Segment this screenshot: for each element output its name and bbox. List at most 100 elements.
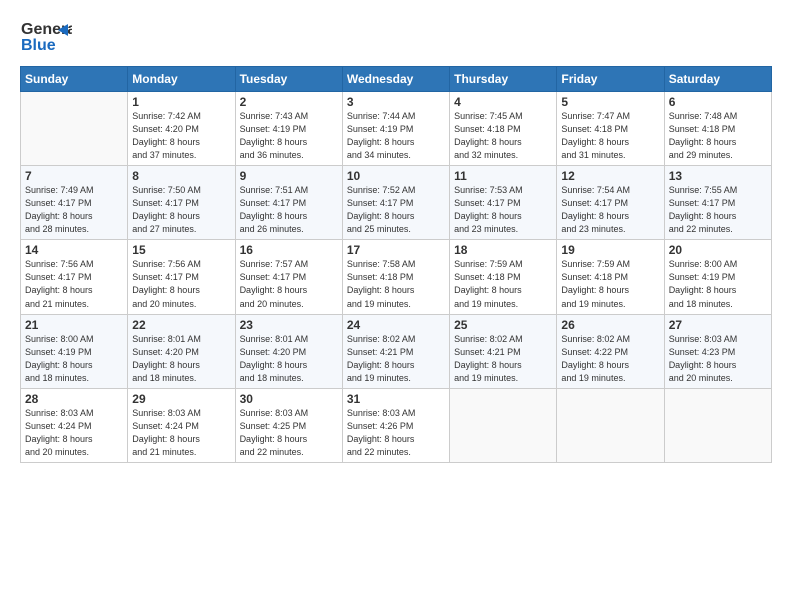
sunrise-text: Sunrise: 8:03 AM	[240, 407, 338, 420]
sunset-text: Sunset: 4:25 PM	[240, 420, 338, 433]
sunset-text: Sunset: 4:20 PM	[132, 346, 230, 359]
calendar-cell: 15Sunrise: 7:56 AMSunset: 4:17 PMDayligh…	[128, 240, 235, 314]
day-number: 25	[454, 318, 552, 332]
weekday-header-tuesday: Tuesday	[235, 67, 342, 92]
calendar-cell: 20Sunrise: 8:00 AMSunset: 4:19 PMDayligh…	[664, 240, 771, 314]
daylight-text-line2: and 20 minutes.	[25, 446, 123, 459]
daylight-text-line2: and 32 minutes.	[454, 149, 552, 162]
sunrise-text: Sunrise: 8:03 AM	[669, 333, 767, 346]
sunrise-text: Sunrise: 7:59 AM	[561, 258, 659, 271]
sunrise-text: Sunrise: 7:53 AM	[454, 184, 552, 197]
day-info: Sunrise: 7:50 AMSunset: 4:17 PMDaylight:…	[132, 184, 230, 236]
sunrise-text: Sunrise: 7:52 AM	[347, 184, 445, 197]
calendar-cell: 11Sunrise: 7:53 AMSunset: 4:17 PMDayligh…	[450, 166, 557, 240]
daylight-text-line1: Daylight: 8 hours	[347, 284, 445, 297]
sunrise-text: Sunrise: 8:02 AM	[454, 333, 552, 346]
day-number: 4	[454, 95, 552, 109]
daylight-text-line2: and 20 minutes.	[132, 298, 230, 311]
day-info: Sunrise: 8:03 AMSunset: 4:24 PMDaylight:…	[25, 407, 123, 459]
day-number: 12	[561, 169, 659, 183]
sunset-text: Sunset: 4:21 PM	[347, 346, 445, 359]
daylight-text-line1: Daylight: 8 hours	[561, 284, 659, 297]
day-number: 11	[454, 169, 552, 183]
sunset-text: Sunset: 4:17 PM	[132, 197, 230, 210]
daylight-text-line1: Daylight: 8 hours	[454, 210, 552, 223]
logo-icon: General Blue	[20, 16, 72, 58]
daylight-text-line2: and 29 minutes.	[669, 149, 767, 162]
daylight-text-line1: Daylight: 8 hours	[240, 359, 338, 372]
sunset-text: Sunset: 4:17 PM	[561, 197, 659, 210]
day-number: 10	[347, 169, 445, 183]
daylight-text-line2: and 25 minutes.	[347, 223, 445, 236]
calendar-cell: 4Sunrise: 7:45 AMSunset: 4:18 PMDaylight…	[450, 92, 557, 166]
daylight-text-line1: Daylight: 8 hours	[561, 210, 659, 223]
day-number: 18	[454, 243, 552, 257]
day-info: Sunrise: 8:02 AMSunset: 4:21 PMDaylight:…	[347, 333, 445, 385]
calendar-cell: 1Sunrise: 7:42 AMSunset: 4:20 PMDaylight…	[128, 92, 235, 166]
daylight-text-line1: Daylight: 8 hours	[240, 433, 338, 446]
day-info: Sunrise: 7:57 AMSunset: 4:17 PMDaylight:…	[240, 258, 338, 310]
sunrise-text: Sunrise: 7:51 AM	[240, 184, 338, 197]
logo: General Blue	[20, 16, 74, 58]
sunset-text: Sunset: 4:23 PM	[669, 346, 767, 359]
sunset-text: Sunset: 4:17 PM	[132, 271, 230, 284]
svg-text:Blue: Blue	[21, 37, 56, 54]
daylight-text-line1: Daylight: 8 hours	[240, 136, 338, 149]
sunset-text: Sunset: 4:20 PM	[132, 123, 230, 136]
sunrise-text: Sunrise: 7:54 AM	[561, 184, 659, 197]
day-info: Sunrise: 8:03 AMSunset: 4:25 PMDaylight:…	[240, 407, 338, 459]
daylight-text-line2: and 23 minutes.	[454, 223, 552, 236]
calendar-week-row: 14Sunrise: 7:56 AMSunset: 4:17 PMDayligh…	[21, 240, 772, 314]
day-number: 8	[132, 169, 230, 183]
day-number: 17	[347, 243, 445, 257]
day-number: 23	[240, 318, 338, 332]
sunset-text: Sunset: 4:17 PM	[669, 197, 767, 210]
sunset-text: Sunset: 4:24 PM	[25, 420, 123, 433]
calendar-cell: 19Sunrise: 7:59 AMSunset: 4:18 PMDayligh…	[557, 240, 664, 314]
day-number: 6	[669, 95, 767, 109]
day-number: 27	[669, 318, 767, 332]
day-info: Sunrise: 7:43 AMSunset: 4:19 PMDaylight:…	[240, 110, 338, 162]
calendar-week-row: 21Sunrise: 8:00 AMSunset: 4:19 PMDayligh…	[21, 314, 772, 388]
day-number: 1	[132, 95, 230, 109]
sunrise-text: Sunrise: 8:03 AM	[132, 407, 230, 420]
sunset-text: Sunset: 4:18 PM	[454, 271, 552, 284]
calendar-cell: 9Sunrise: 7:51 AMSunset: 4:17 PMDaylight…	[235, 166, 342, 240]
daylight-text-line2: and 18 minutes.	[25, 372, 123, 385]
daylight-text-line1: Daylight: 8 hours	[347, 210, 445, 223]
sunset-text: Sunset: 4:17 PM	[347, 197, 445, 210]
sunrise-text: Sunrise: 7:47 AM	[561, 110, 659, 123]
sunrise-text: Sunrise: 7:58 AM	[347, 258, 445, 271]
day-info: Sunrise: 7:52 AMSunset: 4:17 PMDaylight:…	[347, 184, 445, 236]
sunset-text: Sunset: 4:18 PM	[347, 271, 445, 284]
calendar-cell: 29Sunrise: 8:03 AMSunset: 4:24 PMDayligh…	[128, 388, 235, 462]
daylight-text-line1: Daylight: 8 hours	[347, 136, 445, 149]
sunrise-text: Sunrise: 8:01 AM	[132, 333, 230, 346]
day-info: Sunrise: 8:02 AMSunset: 4:22 PMDaylight:…	[561, 333, 659, 385]
daylight-text-line2: and 19 minutes.	[454, 298, 552, 311]
calendar-week-row: 1Sunrise: 7:42 AMSunset: 4:20 PMDaylight…	[21, 92, 772, 166]
day-info: Sunrise: 7:59 AMSunset: 4:18 PMDaylight:…	[454, 258, 552, 310]
day-number: 24	[347, 318, 445, 332]
calendar-cell: 13Sunrise: 7:55 AMSunset: 4:17 PMDayligh…	[664, 166, 771, 240]
calendar-cell: 27Sunrise: 8:03 AMSunset: 4:23 PMDayligh…	[664, 314, 771, 388]
day-number: 13	[669, 169, 767, 183]
daylight-text-line1: Daylight: 8 hours	[669, 284, 767, 297]
day-number: 29	[132, 392, 230, 406]
day-info: Sunrise: 7:51 AMSunset: 4:17 PMDaylight:…	[240, 184, 338, 236]
sunset-text: Sunset: 4:22 PM	[561, 346, 659, 359]
sunrise-text: Sunrise: 7:55 AM	[669, 184, 767, 197]
daylight-text-line2: and 36 minutes.	[240, 149, 338, 162]
sunrise-text: Sunrise: 8:00 AM	[669, 258, 767, 271]
day-number: 15	[132, 243, 230, 257]
daylight-text-line2: and 23 minutes.	[561, 223, 659, 236]
sunrise-text: Sunrise: 8:03 AM	[347, 407, 445, 420]
sunset-text: Sunset: 4:17 PM	[240, 271, 338, 284]
weekday-header-monday: Monday	[128, 67, 235, 92]
sunset-text: Sunset: 4:17 PM	[25, 197, 123, 210]
calendar-cell: 2Sunrise: 7:43 AMSunset: 4:19 PMDaylight…	[235, 92, 342, 166]
day-info: Sunrise: 8:03 AMSunset: 4:23 PMDaylight:…	[669, 333, 767, 385]
sunrise-text: Sunrise: 8:01 AM	[240, 333, 338, 346]
daylight-text-line1: Daylight: 8 hours	[132, 433, 230, 446]
day-info: Sunrise: 7:48 AMSunset: 4:18 PMDaylight:…	[669, 110, 767, 162]
